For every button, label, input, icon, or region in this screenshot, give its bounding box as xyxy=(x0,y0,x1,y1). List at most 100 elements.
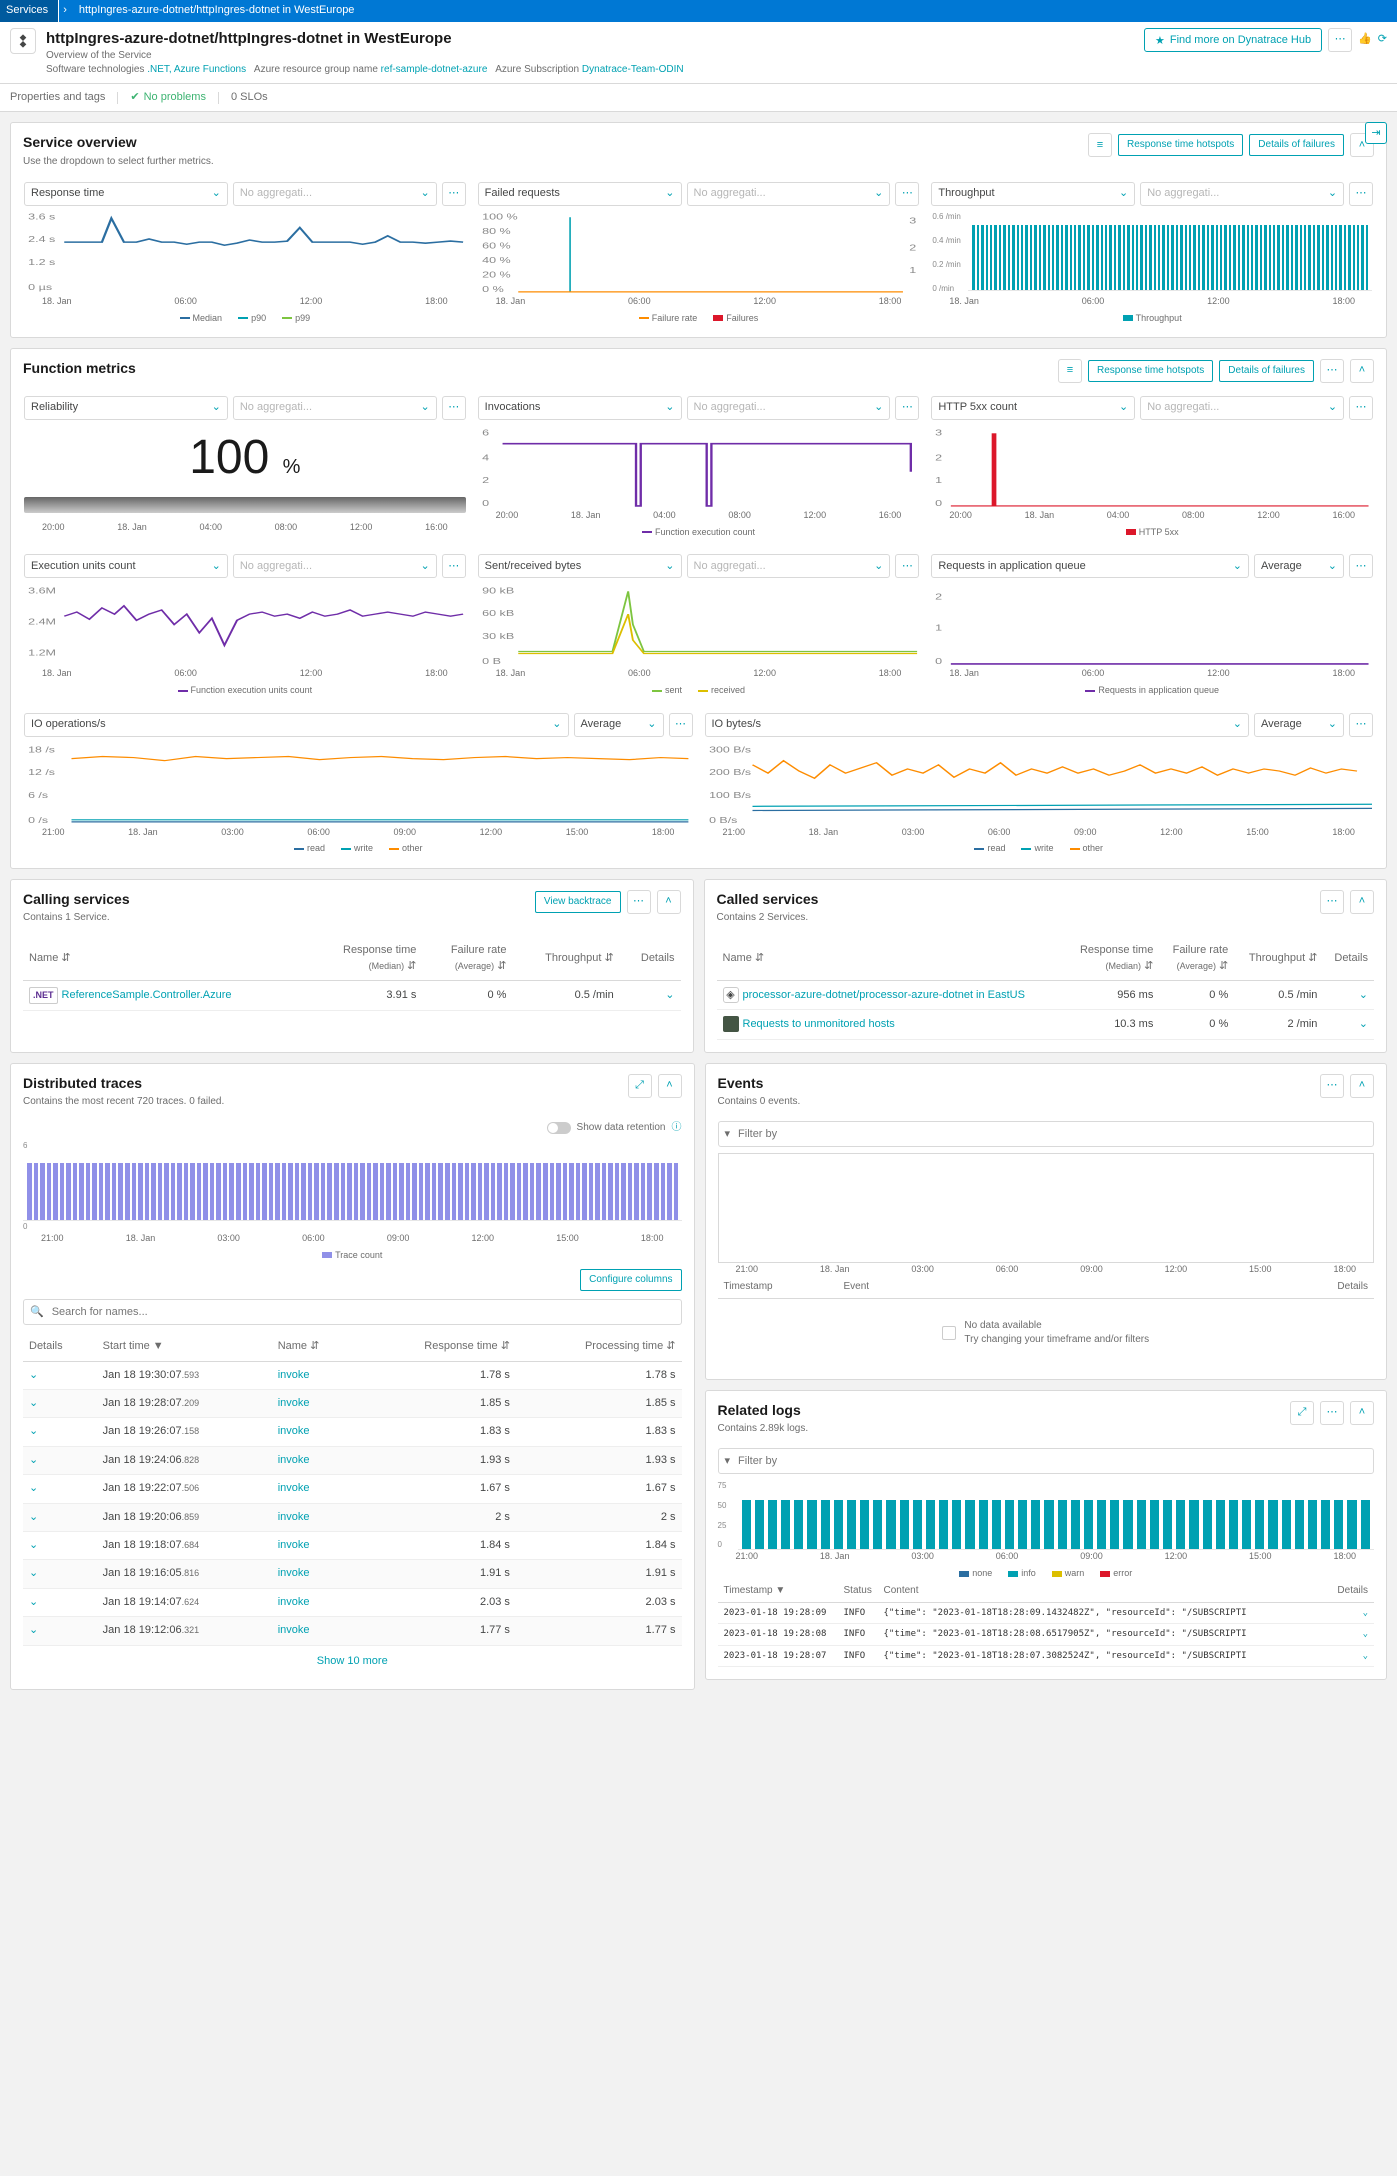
table-row[interactable]: ⌄ Jan 18 19:16:05.816 invoke 1.91 s1.91 … xyxy=(23,1560,682,1588)
trace-search-input[interactable] xyxy=(50,1304,675,1321)
agg-select[interactable]: No aggregati...⌄ xyxy=(687,396,891,420)
chart-menu-icon[interactable]: ⋯ xyxy=(895,396,919,420)
find-more-button[interactable]: ★ Find more on Dynatrace Hub xyxy=(1144,28,1322,52)
metric-select-bytes[interactable]: Sent/received bytes⌄ xyxy=(478,554,682,578)
table-row[interactable]: ⌄ Jan 18 19:18:07.684 invoke 1.84 s1.84 … xyxy=(23,1531,682,1559)
metric-select-execunits[interactable]: Execution units count⌄ xyxy=(24,554,228,578)
metric-select-http5xx[interactable]: HTTP 5xx count⌄ xyxy=(931,396,1135,420)
more-icon[interactable]: ⋯ xyxy=(1320,1074,1344,1098)
table-row[interactable]: ⌄ Jan 18 19:20:06.859 invoke 2 s2 s xyxy=(23,1503,682,1531)
table-row[interactable]: Requests to unmonitored hosts 10.3 ms0 %… xyxy=(717,1010,1375,1039)
col-pt[interactable]: Processing time ⇵ xyxy=(516,1333,682,1361)
col-rt[interactable]: Response time(Median) ⇵ xyxy=(1065,937,1160,980)
table-row[interactable]: ⌄ Jan 18 19:22:07.506 invoke 1.67 s1.67 … xyxy=(23,1475,682,1503)
trace-link[interactable]: invoke xyxy=(278,1539,310,1551)
rt-hotspots-button[interactable]: Response time hotspots xyxy=(1118,134,1243,156)
expand-row-icon[interactable]: ⌄ xyxy=(29,1596,38,1608)
agg-select[interactable]: No aggregati...⌄ xyxy=(1140,396,1344,420)
chart-menu-icon[interactable]: ⋯ xyxy=(1349,182,1373,206)
expand-row-icon[interactable]: ⌄ xyxy=(29,1624,38,1636)
col-rt[interactable]: Response time(Median) ⇵ xyxy=(309,937,423,980)
collapse-icon[interactable]: ˄ xyxy=(1350,1401,1374,1425)
table-row[interactable]: ⌄ Jan 18 19:28:07.209 invoke 1.85 s1.85 … xyxy=(23,1390,682,1418)
agg-select-iobytes[interactable]: Average⌄ xyxy=(1254,713,1344,737)
logs-filter-input[interactable] xyxy=(736,1453,1367,1470)
expand-row-icon[interactable]: ⌄ xyxy=(665,989,674,1001)
chart-menu-icon[interactable]: ⋯ xyxy=(1349,396,1373,420)
collapse-icon[interactable]: ˄ xyxy=(657,890,681,914)
sub-value[interactable]: Dynatrace-Team-ODIN xyxy=(582,64,684,75)
trace-search[interactable]: 🔍 xyxy=(23,1299,682,1325)
col-tp[interactable]: Throughput ⇵ xyxy=(512,937,619,980)
logs-filter[interactable]: ▾ xyxy=(718,1448,1375,1474)
trace-link[interactable]: invoke xyxy=(278,1454,310,1466)
refresh-icon[interactable]: ⟳ xyxy=(1378,32,1387,47)
chart-menu-icon[interactable]: ⋯ xyxy=(895,554,919,578)
rg-value[interactable]: ref-sample-dotnet-azure xyxy=(381,64,488,75)
trace-link[interactable]: invoke xyxy=(278,1596,310,1608)
rt-hotspots-button[interactable]: Response time hotspots xyxy=(1088,360,1213,382)
expand-row-icon[interactable]: ⌄ xyxy=(1363,1651,1368,1661)
agg-select-queue[interactable]: Average⌄ xyxy=(1254,554,1344,578)
col-fr[interactable]: Failure rate(Average) ⇵ xyxy=(422,937,512,980)
view-backtrace-button[interactable]: View backtrace xyxy=(535,891,621,913)
more-icon[interactable]: ⋯ xyxy=(1320,359,1344,383)
more-icon[interactable]: ⋯ xyxy=(1320,890,1344,914)
agg-select[interactable]: No aggregati...⌄ xyxy=(687,182,891,206)
chart-menu-icon[interactable]: ⋯ xyxy=(442,182,466,206)
chart-menu-icon[interactable]: ⋯ xyxy=(442,396,466,420)
metric-select-throughput[interactable]: Throughput⌄ xyxy=(931,182,1135,206)
tech-value[interactable]: .NET, Azure Functions xyxy=(147,64,246,75)
more-icon[interactable]: ⋯ xyxy=(627,890,651,914)
chart-menu-icon[interactable]: ⋯ xyxy=(669,713,693,737)
col-name[interactable]: Name ⇵ xyxy=(717,937,1065,980)
agg-select[interactable]: No aggregati...⌄ xyxy=(1140,182,1344,206)
expand-icon[interactable]: ⤢ xyxy=(1290,1401,1314,1425)
collapse-sidebar-icon[interactable]: ⇥ xyxy=(1365,122,1387,144)
metric-select-reliability[interactable]: Reliability⌄ xyxy=(24,396,228,420)
agg-select[interactable]: No aggregati...⌄ xyxy=(687,554,891,578)
table-row[interactable]: ⌄ Jan 18 19:12:06.321 invoke 1.77 s1.77 … xyxy=(23,1617,682,1645)
configure-columns-button[interactable]: Configure columns xyxy=(580,1269,681,1291)
col-start[interactable]: Start time ▼ xyxy=(97,1333,272,1361)
metric-select-failed[interactable]: Failed requests⌄ xyxy=(478,182,682,206)
expand-row-icon[interactable]: ⌄ xyxy=(29,1425,38,1437)
expand-row-icon[interactable]: ⌄ xyxy=(29,1539,38,1551)
table-row[interactable]: .NETReferenceSample.Controller.Azure 3.9… xyxy=(23,981,681,1011)
expand-row-icon[interactable]: ⌄ xyxy=(29,1482,38,1494)
table-row[interactable]: ⌄ Jan 18 19:26:07.158 invoke 1.83 s1.83 … xyxy=(23,1418,682,1446)
failures-button[interactable]: Details of failures xyxy=(1219,360,1314,382)
service-link[interactable]: Requests to unmonitored hosts xyxy=(743,1018,895,1030)
expand-row-icon[interactable]: ⌄ xyxy=(1359,1018,1368,1030)
col-tp[interactable]: Throughput ⇵ xyxy=(1234,937,1323,980)
metric-select-ioops[interactable]: IO operations/s⌄ xyxy=(24,713,569,737)
agg-select-ioops[interactable]: Average⌄ xyxy=(574,713,664,737)
table-row[interactable]: ⌄ Jan 18 19:24:06.828 invoke 1.93 s1.93 … xyxy=(23,1446,682,1474)
metric-select-invocations[interactable]: Invocations⌄ xyxy=(478,396,682,420)
metric-select-iobytes[interactable]: IO bytes/s⌄ xyxy=(705,713,1250,737)
failures-button[interactable]: Details of failures xyxy=(1249,134,1344,156)
service-link[interactable]: processor-azure-dotnet/processor-azure-d… xyxy=(743,989,1025,1001)
trace-link[interactable]: invoke xyxy=(278,1511,310,1523)
log-row[interactable]: 2023-01-18 19:28:07INFO{"time": "2023-01… xyxy=(718,1646,1375,1668)
expand-row-icon[interactable]: ⌄ xyxy=(29,1511,38,1523)
breadcrumb-root[interactable]: Services xyxy=(0,0,59,22)
expand-row-icon[interactable]: ⌄ xyxy=(1363,1608,1368,1618)
more-menu-icon[interactable]: ⋯ xyxy=(1328,28,1352,52)
trace-link[interactable]: invoke xyxy=(278,1567,310,1579)
more-icon[interactable]: ⋯ xyxy=(1320,1401,1344,1425)
events-filter-input[interactable] xyxy=(736,1126,1367,1143)
no-problems-badge[interactable]: ✔No problems xyxy=(130,90,206,105)
properties-tags[interactable]: Properties and tags xyxy=(10,90,105,105)
events-filter[interactable]: ▾ xyxy=(718,1121,1375,1147)
col-rt[interactable]: Response time ⇵ xyxy=(358,1333,516,1361)
expand-row-icon[interactable]: ⌄ xyxy=(1363,1629,1368,1639)
thumbs-up-icon[interactable]: 👍 xyxy=(1358,32,1372,47)
expand-row-icon[interactable]: ⌄ xyxy=(29,1369,38,1381)
table-row[interactable]: ⌄ Jan 18 19:14:07.624 invoke 2.03 s2.03 … xyxy=(23,1588,682,1616)
analyze-icon[interactable]: ≡ xyxy=(1058,359,1082,383)
data-retention-toggle[interactable]: Show data retention ⓘ xyxy=(547,1121,682,1135)
chart-menu-icon[interactable]: ⋯ xyxy=(1349,713,1373,737)
chart-menu-icon[interactable]: ⋯ xyxy=(442,554,466,578)
log-row[interactable]: 2023-01-18 19:28:08INFO{"time": "2023-01… xyxy=(718,1624,1375,1646)
